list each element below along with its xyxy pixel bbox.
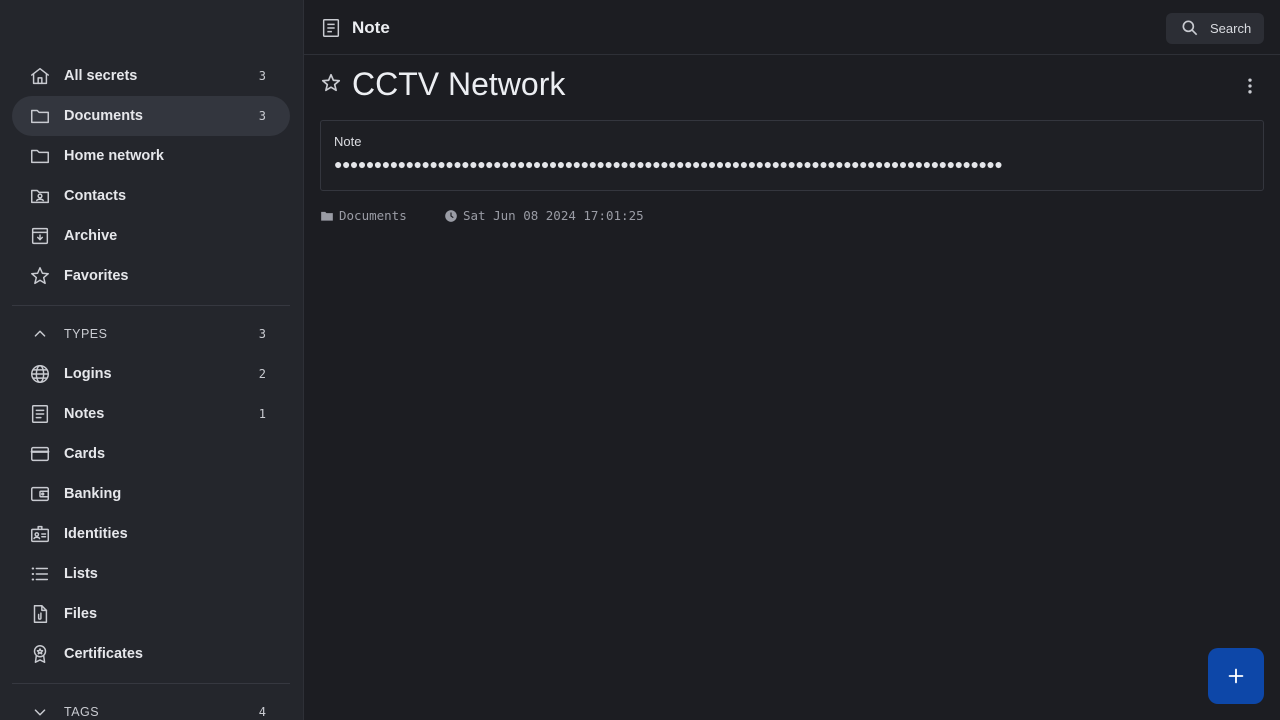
tags-section-toggle[interactable]: TAGS 4 xyxy=(12,692,290,720)
globe-icon xyxy=(28,362,52,386)
note-field-value[interactable]: ●●●●●●●●●●●●●●●●●●●●●●●●●●●●●●●●●●●●●●●●… xyxy=(334,156,1003,172)
list-icon xyxy=(28,562,52,586)
archive-icon xyxy=(28,224,52,248)
section-label: TYPES xyxy=(64,327,108,341)
sidebar-item-cards[interactable]: Cards xyxy=(12,434,290,474)
card-icon xyxy=(28,442,52,466)
main-panel: Note Search CCTV Network Note ●●●●●●●●●●… xyxy=(304,0,1280,720)
meta-folder-label: Documents xyxy=(339,208,407,223)
sidebar-item-label: Cards xyxy=(64,446,106,462)
sidebar-item-label: Home network xyxy=(64,148,164,164)
meta-timestamp-label: Sat Jun 08 2024 17:01:25 xyxy=(463,208,644,223)
folder-icon xyxy=(321,211,333,221)
section-count: 3 xyxy=(258,327,266,341)
sidebar-item-label: Identities xyxy=(64,526,128,542)
sidebar-item-home-network[interactable]: Home network xyxy=(12,136,290,176)
id-badge-icon xyxy=(28,522,52,546)
meta-timestamp: Sat Jun 08 2024 17:01:25 xyxy=(444,208,644,223)
sidebar-item-count: 1 xyxy=(258,407,266,421)
search-button-label: Search xyxy=(1210,21,1252,36)
sidebar-item-label: Lists xyxy=(64,566,98,582)
sidebar-item-label: Notes xyxy=(64,406,105,422)
sidebar-item-all-secrets[interactable]: All secrets 3 xyxy=(12,56,290,96)
page-title: CCTV Network xyxy=(352,66,566,102)
sidebar-item-label: Certificates xyxy=(64,646,143,662)
section-count: 4 xyxy=(258,705,266,719)
sidebar-item-count: 2 xyxy=(258,367,266,381)
favorite-star-icon[interactable] xyxy=(320,72,344,96)
search-icon xyxy=(1182,20,1198,36)
clock-icon xyxy=(445,209,457,222)
sidebar-item-label: Favorites xyxy=(64,268,129,284)
chevron-up-icon xyxy=(28,322,52,346)
wallet-icon xyxy=(28,482,52,506)
sidebar-item-label: All secrets xyxy=(64,68,138,84)
types-section-toggle[interactable]: TYPES 3 xyxy=(12,314,290,354)
sidebar-item-certificates[interactable]: Certificates xyxy=(12,634,290,674)
more-options-icon[interactable] xyxy=(1236,72,1264,100)
sidebar-item-contacts[interactable]: Contacts xyxy=(12,176,290,216)
sidebar-item-archive[interactable]: Archive xyxy=(12,216,290,256)
sidebar: All secrets 3 Documents 3 Home network C… xyxy=(0,0,304,720)
certificate-icon xyxy=(28,642,52,666)
sidebar-item-documents[interactable]: Documents 3 xyxy=(12,96,290,136)
topbar: Note Search xyxy=(304,0,1280,55)
note-icon xyxy=(320,17,342,39)
search-button[interactable]: Search xyxy=(1166,13,1264,44)
folder-icon xyxy=(28,144,52,168)
topbar-title: Note xyxy=(352,18,390,37)
meta-folder[interactable]: Documents xyxy=(320,208,407,223)
sidebar-item-lists[interactable]: Lists xyxy=(12,554,290,594)
file-icon xyxy=(28,602,52,626)
sidebar-item-files[interactable]: Files xyxy=(12,594,290,634)
sidebar-item-label: Logins xyxy=(64,366,112,382)
sidebar-item-count: 3 xyxy=(258,109,266,123)
note-icon xyxy=(28,402,52,426)
home-icon xyxy=(28,64,52,88)
sidebar-item-favorites[interactable]: Favorites xyxy=(12,256,290,296)
note-field-label: Note xyxy=(334,134,362,149)
sidebar-item-label: Contacts xyxy=(64,188,127,204)
sidebar-item-identities[interactable]: Identities xyxy=(12,514,290,554)
sidebar-item-count: 3 xyxy=(258,69,266,83)
star-icon xyxy=(28,264,52,288)
note-field[interactable]: Note ●●●●●●●●●●●●●●●●●●●●●●●●●●●●●●●●●●●… xyxy=(320,120,1264,191)
sidebar-item-label: Archive xyxy=(64,228,118,244)
sidebar-item-banking[interactable]: Banking xyxy=(12,474,290,514)
section-label: TAGS xyxy=(64,705,100,719)
sidebar-item-label: Documents xyxy=(64,108,143,124)
sidebar-divider xyxy=(12,305,290,306)
plus-icon xyxy=(1228,668,1244,684)
sidebar-item-logins[interactable]: Logins 2 xyxy=(12,354,290,394)
secret-title-row: CCTV Network xyxy=(320,64,1264,108)
sidebar-item-label: Banking xyxy=(64,486,122,502)
sidebar-item-label: Files xyxy=(64,606,98,622)
sidebar-divider xyxy=(12,683,290,684)
chevron-down-icon xyxy=(28,700,52,720)
folder-icon xyxy=(28,104,52,128)
sidebar-item-notes[interactable]: Notes 1 xyxy=(12,394,290,434)
folder-contacts-icon xyxy=(28,184,52,208)
add-secret-button[interactable] xyxy=(1208,648,1264,704)
